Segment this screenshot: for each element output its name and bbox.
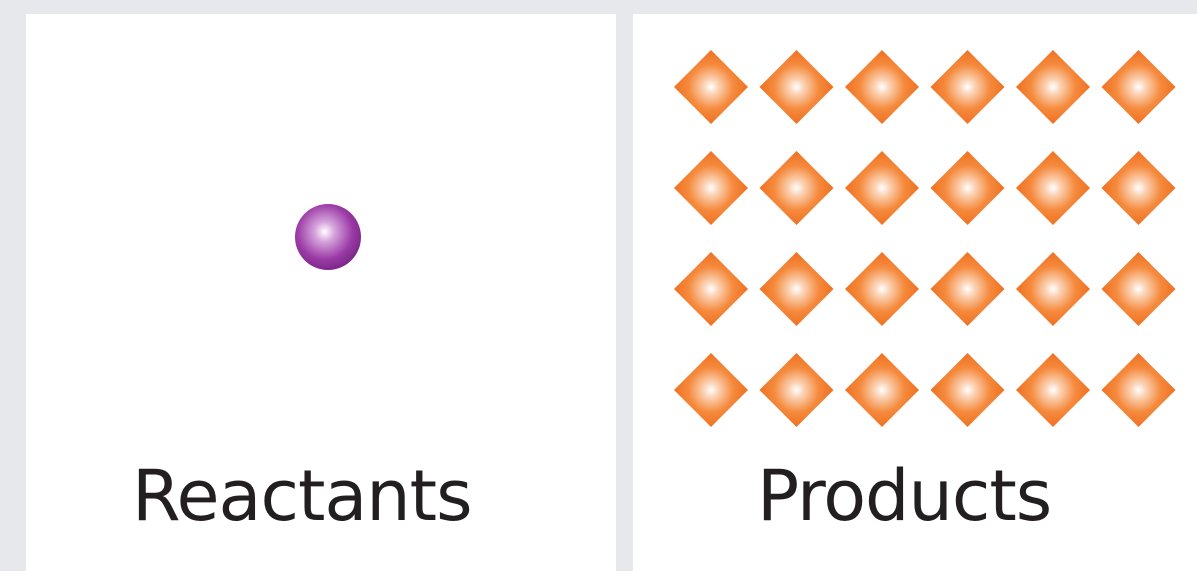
product-molecule: [1101, 252, 1176, 326]
product-molecule: [674, 252, 748, 326]
product-molecule: [759, 252, 834, 326]
product-molecule: [1016, 353, 1090, 427]
product-molecule: [1016, 151, 1090, 225]
diagram: Reactants Products: [0, 0, 1197, 571]
reactant-molecule: [295, 204, 361, 270]
product-molecule: [930, 50, 1005, 124]
product-molecule: [674, 50, 748, 124]
product-molecule: [930, 252, 1005, 326]
product-molecule: [674, 151, 748, 225]
product-molecule: [1016, 252, 1090, 326]
reactants-panel: Reactants: [26, 14, 616, 571]
product-molecule: [930, 151, 1005, 225]
product-molecule: [930, 353, 1005, 427]
product-molecule: [845, 252, 919, 326]
product-molecule: [759, 50, 834, 124]
product-molecules: [674, 50, 1176, 427]
product-molecule: [1101, 151, 1176, 225]
product-molecule: [845, 353, 919, 427]
product-molecule: [845, 50, 919, 124]
product-molecule: [845, 151, 919, 225]
product-molecule: [1016, 50, 1090, 124]
product-molecule: [674, 353, 748, 427]
product-molecule: [759, 353, 834, 427]
product-molecule: [1101, 353, 1176, 427]
reactants-label: Reactants: [132, 455, 473, 537]
products-label: Products: [757, 455, 1052, 537]
product-molecule: [1101, 50, 1176, 124]
products-panel: Products: [633, 14, 1197, 571]
product-molecule: [759, 151, 834, 225]
